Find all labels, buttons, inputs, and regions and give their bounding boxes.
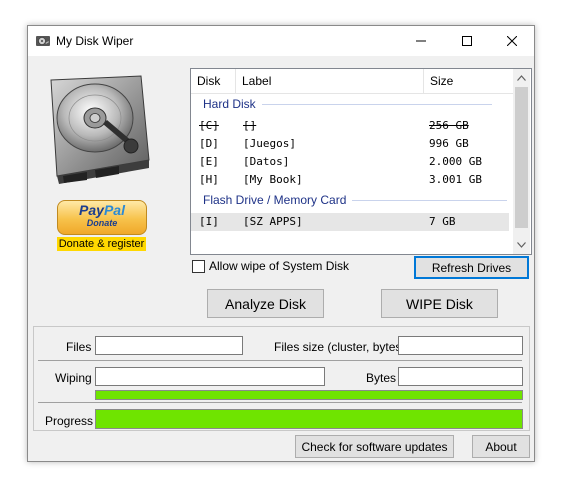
column-header-label[interactable]: Label (236, 69, 424, 93)
group-divider (352, 199, 508, 201)
wipe-disk-button[interactable]: WIPE Disk (381, 289, 498, 318)
scroll-thumb[interactable] (515, 87, 528, 228)
group-header-hard-disk: Hard Disk (203, 97, 492, 111)
scroll-down-button[interactable] (513, 236, 530, 253)
chevron-down-icon (517, 241, 526, 248)
refresh-drives-button[interactable]: Refresh Drives (414, 256, 529, 279)
maximize-icon (461, 36, 472, 46)
files-size-label: Files size (cluster, bytes) (274, 340, 406, 354)
app-window: My Disk Wiper PayPal Donate Donate & reg… (27, 25, 535, 462)
drive-row-i[interactable]: [I] [SZ APPS] 7 GB (191, 213, 509, 231)
files-label: Files (66, 340, 92, 354)
about-button[interactable]: About (472, 435, 530, 458)
column-header-size[interactable]: Size (424, 69, 514, 93)
minimize-button[interactable] (398, 26, 443, 56)
drive-list-header: Disk Label Size (191, 69, 514, 94)
window-title: My Disk Wiper (56, 34, 134, 48)
bytes-label: Bytes (366, 371, 397, 385)
scroll-up-button[interactable] (513, 69, 530, 86)
files-field (95, 336, 243, 355)
maximize-button[interactable] (444, 26, 489, 56)
allow-system-wipe-label: Allow wipe of System Disk (209, 259, 350, 273)
chevron-up-icon (517, 74, 526, 81)
drive-row-d[interactable]: [D] [Juegos] 996 GB (191, 135, 509, 153)
column-header-disk[interactable]: Disk (191, 69, 236, 93)
paypal-donate-text: Donate (86, 218, 118, 228)
title-bar[interactable]: My Disk Wiper (28, 26, 534, 56)
files-size-field (398, 336, 523, 355)
drive-list[interactable]: Disk Label Size Hard Disk [C] [] 256 GB … (190, 68, 532, 255)
drive-row-h[interactable]: [H] [My Book] 3.001 GB (191, 171, 509, 189)
group-header-flash-drive: Flash Drive / Memory Card (203, 193, 508, 207)
overall-progress-bar (95, 409, 523, 429)
group-divider (261, 103, 492, 105)
bytes-field (398, 367, 523, 386)
status-separator (38, 402, 522, 403)
status-separator (38, 360, 522, 361)
drive-row-e[interactable]: [E] [Datos] 2.000 GB (191, 153, 509, 171)
analyze-disk-button[interactable]: Analyze Disk (207, 289, 324, 318)
paypal-logo: PayPal (79, 202, 125, 218)
progress-label: Progress (45, 414, 94, 428)
check-updates-button[interactable]: Check for software updates (295, 435, 454, 458)
paypal-donate-button[interactable]: PayPal Donate (57, 200, 147, 235)
disk-wiper-icon (36, 36, 50, 46)
minimize-icon (415, 40, 426, 42)
close-button[interactable] (489, 26, 534, 56)
close-icon (506, 36, 517, 46)
wiping-field (95, 367, 325, 386)
drive-list-scrollbar[interactable] (513, 69, 530, 254)
wiping-label: Wiping (55, 371, 92, 385)
allow-system-wipe-checkbox[interactable] (192, 260, 205, 273)
donate-register-link[interactable]: Donate & register (57, 237, 146, 251)
drive-row-c[interactable]: [C] [] 256 GB (191, 117, 509, 135)
wiping-progress-bar (95, 390, 523, 400)
hard-disk-image (50, 75, 150, 184)
